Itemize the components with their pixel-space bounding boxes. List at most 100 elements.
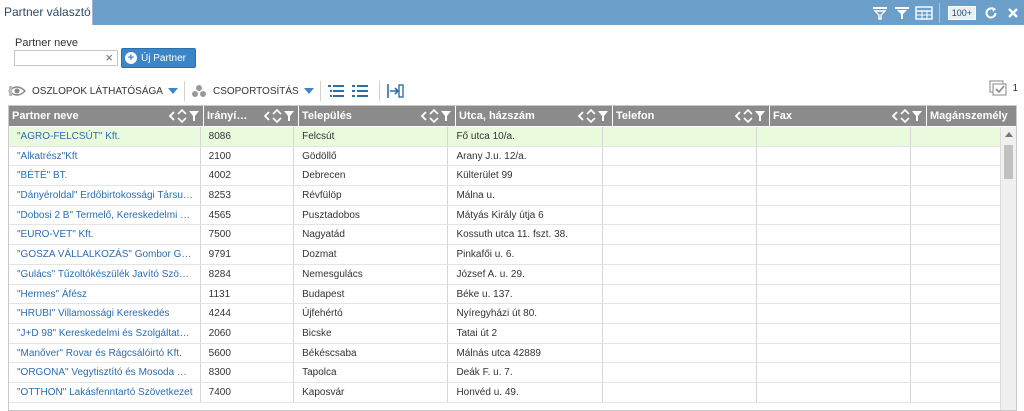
- table-row[interactable]: "HRUBI" Villamossági Kereskedés 4244 Újfeh…: [9, 304, 1002, 324]
- column-visibility-label: OSZLOPOK LÁTHATÓSÁGA: [32, 85, 163, 97]
- filter-clear-icon[interactable]: [869, 0, 891, 25]
- cell-zip: 2100: [201, 146, 295, 166]
- chevron-down-icon: [303, 88, 314, 94]
- table-row[interactable]: "EURO-VET" Kft. 7500 Nagyatád Kossuth utca …: [9, 225, 1002, 246]
- expand-list-icon: [327, 85, 344, 97]
- cell-phone: [603, 304, 758, 323]
- partner-name-label: Partner neve: [15, 37, 78, 49]
- cell-city: Újfehértó: [294, 304, 449, 323]
- chevron-left-icon[interactable]: [420, 110, 428, 122]
- table-row[interactable]: "Dobosi 2 B" Termelő, Kereskedelmi … 4565…: [9, 205, 1002, 226]
- column-header-city[interactable]: Település: [299, 106, 456, 126]
- grouping-dropdown[interactable]: CSOPORTOSÍTÁS: [191, 84, 314, 98]
- partner-name-input[interactable]: ×: [14, 50, 118, 66]
- vertical-scrollbar[interactable]: [1000, 127, 1016, 410]
- grouping-icon: [191, 85, 206, 97]
- grouping-label: CSOPORTOSÍTÁS: [212, 85, 299, 97]
- filter-icon[interactable]: [283, 110, 295, 122]
- cell-city: Tapolca: [294, 363, 449, 382]
- table-row[interactable]: "ORGONA" Vegytisztító és Mosoda … 8300 Tap…: [9, 363, 1002, 383]
- table-row[interactable]: "OTTHON" Lakásfenntartó Szövetkezet 7400 K…: [9, 382, 1002, 403]
- cell-street: Fő utca 10/a.: [448, 127, 603, 146]
- cell-partner: "EURO-VET" Kft.: [9, 225, 201, 245]
- cell-private: [911, 166, 1002, 186]
- refresh-icon[interactable]: [980, 0, 1002, 25]
- chevron-left-icon[interactable]: [168, 110, 176, 122]
- column-header-label: Partner neve: [12, 110, 79, 122]
- table-row[interactable]: "Hermes" Áfész 1131 Budapest Béke u. 137.: [9, 284, 1002, 305]
- cell-fax: [757, 382, 912, 402]
- cell-phone: [603, 264, 758, 284]
- column-visibility-dropdown[interactable]: OSZLOPOK LÁTHATÓSÁGA: [8, 84, 178, 98]
- sort-icon[interactable]: [742, 108, 754, 124]
- close-icon[interactable]: [1002, 0, 1024, 25]
- title-bar: Partner választó 100+: [0, 0, 1024, 25]
- table-row[interactable]: "J+D 98" Kereskedelmi és Szolgáltat… 2060…: [9, 323, 1002, 344]
- cell-street: Málnás utca 42889: [448, 343, 603, 363]
- cell-street: Nyíregyházi út 80.: [448, 304, 603, 323]
- cell-street: Mátyás Király útja 6: [448, 205, 603, 225]
- toolbar-separator: [378, 81, 380, 101]
- cell-private: [911, 146, 1002, 166]
- chevron-left-icon[interactable]: [734, 110, 742, 122]
- table-row[interactable]: "Gulács" Tűzoltókészülék Javító Szö… 8284…: [9, 264, 1002, 285]
- column-header-fax[interactable]: Fax: [770, 106, 927, 126]
- scrollbar-thumb[interactable]: [1004, 145, 1013, 179]
- filter-icon[interactable]: [597, 110, 609, 122]
- collapse-all-button[interactable]: [351, 83, 369, 99]
- column-controls: [168, 108, 200, 124]
- table-row[interactable]: "AGRO-FELCSÚT" Kft. 8086 Felcsút Fő utca 10…: [9, 127, 1002, 147]
- new-partner-button[interactable]: + Új Partner: [121, 48, 196, 68]
- table-row[interactable]: "Manőver" Rovar és Rágcsálóirtó Kft. 5600…: [9, 343, 1002, 364]
- fit-columns-button[interactable]: [386, 83, 404, 99]
- column-header-street[interactable]: Utca, házszám: [456, 106, 613, 126]
- cell-partner: "BÉTÉ" BT.: [9, 166, 201, 186]
- filter-icon[interactable]: [754, 110, 766, 122]
- sort-icon[interactable]: [428, 108, 440, 124]
- column-header-label: Telefon: [616, 110, 655, 122]
- selected-count[interactable]: 1: [989, 80, 1018, 96]
- column-header-partner-name[interactable]: Partner neve: [9, 106, 204, 126]
- scroll-up-icon[interactable]: [1005, 132, 1013, 137]
- table-row[interactable]: "Dányéroldal" Erdőbirtokossági Társu… 825…: [9, 186, 1002, 206]
- sort-icon[interactable]: [271, 108, 283, 124]
- column-header-zip[interactable]: Irányí…: [204, 106, 299, 126]
- sort-icon[interactable]: [176, 108, 188, 124]
- column-header-label: Település: [302, 110, 352, 122]
- page-size-badge[interactable]: 100+: [947, 5, 976, 20]
- column-header-phone[interactable]: Telefon: [613, 106, 770, 126]
- cell-zip: 8253: [201, 186, 295, 205]
- chevron-left-icon[interactable]: [263, 110, 271, 122]
- filter-icon[interactable]: [891, 0, 913, 25]
- filter-icon[interactable]: [911, 110, 923, 122]
- cell-street: József A. u. 29.: [448, 264, 603, 284]
- cell-street: Málna u.: [448, 186, 603, 205]
- cell-partner: "GOSZA VÁLLALKOZÁS" Gombor G…: [9, 245, 201, 264]
- cell-zip: 4244: [201, 304, 295, 323]
- cell-city: Dozmat: [294, 245, 449, 264]
- cell-phone: [603, 284, 758, 304]
- table-row[interactable]: "GOSZA VÁLLALKOZÁS" Gombor G… 9791 Dozmat P…: [9, 245, 1002, 265]
- column-header-label: Magánszemély: [930, 110, 1008, 122]
- chevron-left-icon[interactable]: [891, 110, 899, 122]
- chevron-down-icon: [167, 88, 178, 94]
- collapse-list-icon: [351, 85, 368, 97]
- expand-all-button[interactable]: [327, 83, 345, 99]
- grid-settings-icon[interactable]: [913, 0, 935, 25]
- column-header-private-person[interactable]: Magánszemély: [927, 106, 1016, 126]
- chevron-left-icon[interactable]: [577, 110, 585, 122]
- table-row[interactable]: "BÉTÉ" BT. 4002 Debrecen Külterület 99: [9, 166, 1002, 187]
- table-row[interactable]: "Alkatrész"Kft 2100 Gödöllő Arany J.u. 12/a…: [9, 146, 1002, 167]
- clear-input-icon[interactable]: ×: [105, 51, 113, 65]
- filter-icon[interactable]: [188, 110, 200, 122]
- sort-icon[interactable]: [585, 108, 597, 124]
- cell-fax: [757, 363, 912, 382]
- cell-zip: 1131: [201, 284, 295, 304]
- cell-phone: [603, 363, 758, 382]
- cell-private: [911, 382, 1002, 402]
- column-controls: [577, 108, 609, 124]
- sort-icon[interactable]: [899, 108, 911, 124]
- filter-icon[interactable]: [440, 110, 452, 122]
- window-tab[interactable]: Partner választó: [0, 0, 93, 25]
- cell-city: Gödöllő: [294, 146, 449, 166]
